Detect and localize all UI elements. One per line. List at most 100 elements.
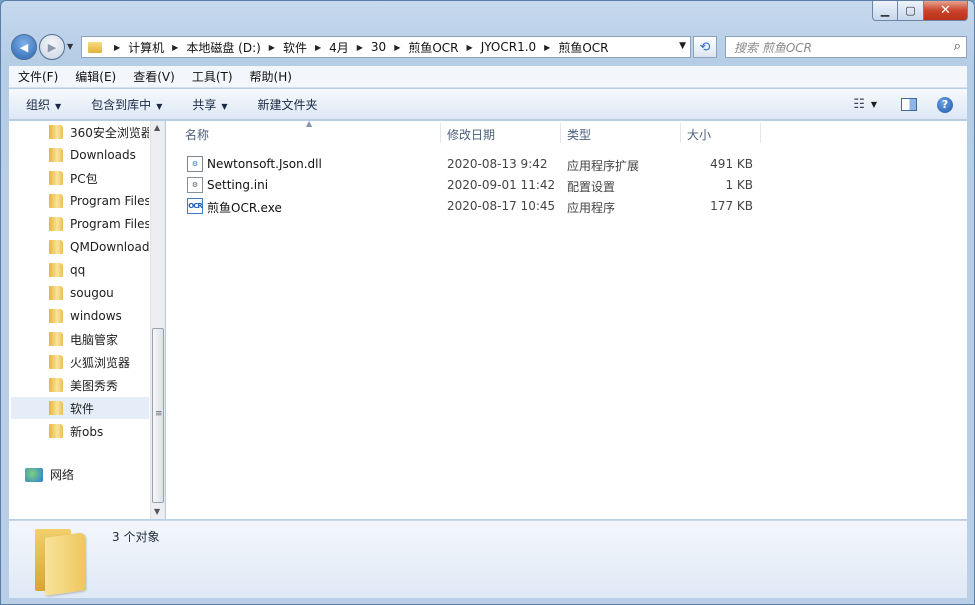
views-icon[interactable]: ☷ — [853, 97, 865, 112]
breadcrumb-separator-icon[interactable]: ▶ — [172, 43, 178, 52]
scrollbar-thumb[interactable]: ≡ — [152, 328, 164, 503]
breadcrumb-item[interactable]: JYOCR1.0 — [481, 40, 536, 54]
file-name: Newtonsoft.Json.dll — [207, 157, 322, 171]
breadcrumb-item[interactable]: 4月 — [329, 39, 349, 56]
views-dropdown-icon[interactable]: ▼ — [871, 100, 877, 109]
tree-item-label: 软件 — [70, 401, 95, 416]
tree-item-folder[interactable]: windows — [11, 305, 149, 327]
nav-scrollbar[interactable]: ▲ ≡ ▼ — [150, 121, 164, 519]
tree-item-label: 电脑管家 — [70, 332, 119, 347]
include-in-library-button[interactable]: 包含到库中 ▼ — [74, 96, 175, 113]
network-label: 网络 — [50, 468, 75, 482]
maximize-button[interactable]: ▢ — [898, 1, 924, 21]
tree-item-label: 美图秀秀 — [70, 378, 119, 393]
breadcrumb-separator-icon[interactable]: ▶ — [114, 43, 120, 52]
column-headers: ▲ 名称 修改日期 类型 大小 — [166, 119, 967, 147]
minimize-button[interactable]: ▁ — [872, 1, 898, 21]
menu-help[interactable]: 帮助(H) — [241, 68, 300, 85]
organize-button[interactable]: 组织 ▼ — [9, 96, 74, 113]
search-input[interactable]: 搜索 煎鱼OCR ⌕ — [725, 36, 967, 58]
column-header-name[interactable]: 名称 — [176, 121, 440, 147]
include-in-library-label: 包含到库中 — [91, 97, 152, 112]
breadcrumb-separator-icon[interactable]: ▶ — [544, 43, 550, 52]
address-dropdown-icon[interactable]: ▼ — [679, 41, 686, 51]
command-bar: 组织 ▼ 包含到库中 ▼ 共享 ▼ 新建文件夹 ☷ ▼ ? — [9, 89, 967, 120]
tree-item-label: 新obs — [70, 424, 104, 439]
file-name: Setting.ini — [207, 178, 269, 192]
tree-item-label: Downloads — [70, 148, 136, 162]
file-row[interactable]: ⚙ Setting.ini 2020-09-01 11:42 配置设置 1 KB — [176, 175, 756, 196]
tree-item-network[interactable]: 网络 — [25, 466, 74, 483]
file-row[interactable]: ⚙ Newtonsoft.Json.dll 2020-08-13 9:42 应用程序扩… — [176, 154, 756, 175]
tree-item-folder[interactable]: sougou — [11, 282, 149, 304]
chevron-down-icon: ▼ — [221, 101, 228, 111]
tree-item-label: qq — [70, 263, 86, 277]
tree-item-folder[interactable]: 新obs — [11, 420, 149, 442]
back-button[interactable]: ◀ — [11, 34, 37, 60]
scroll-down-icon[interactable]: ▼ — [154, 507, 160, 516]
menu-file[interactable]: 文件(F) — [9, 68, 66, 85]
column-header-date[interactable]: 修改日期 — [438, 121, 558, 147]
tree-item-folder[interactable]: qq — [11, 259, 149, 281]
file-name: 煎鱼OCR.exe — [207, 201, 282, 215]
folder-icon — [49, 263, 63, 277]
chevron-down-icon: ▼ — [156, 101, 163, 111]
menu-edit[interactable]: 编辑(E) — [66, 68, 124, 85]
preview-pane-icon[interactable] — [901, 98, 917, 111]
tree-item-folder[interactable]: QMDownload — [11, 236, 149, 258]
tree-item-label: QMDownload — [70, 240, 149, 254]
new-folder-button[interactable]: 新建文件夹 — [241, 96, 331, 113]
breadcrumb-item[interactable]: 本地磁盘 (D:) — [186, 39, 260, 56]
tree-item-folder[interactable]: 360安全浏览器 — [11, 121, 149, 143]
breadcrumb-item[interactable]: 30 — [371, 40, 386, 54]
title-bar[interactable]: ▁ ▢ ✕ — [1, 1, 974, 31]
organize-label: 组织 — [26, 97, 51, 112]
folder-icon — [49, 401, 63, 415]
file-row[interactable]: OCR 煎鱼OCR.exe 2020-08-17 10:45 应用程序 177 KB — [176, 196, 756, 217]
ini-icon: ⚙ — [187, 177, 203, 193]
menu-tools[interactable]: 工具(T) — [183, 68, 241, 85]
item-count: 3 个对象 — [112, 530, 160, 544]
help-icon[interactable]: ? — [937, 96, 953, 113]
breadcrumb-item[interactable]: 煎鱼OCR — [408, 39, 458, 56]
folder-icon — [49, 125, 63, 139]
tree-item-label: sougou — [70, 286, 114, 300]
breadcrumb-separator-icon[interactable]: ▶ — [315, 43, 321, 52]
tree-item-folder[interactable]: 电脑管家 — [11, 328, 149, 350]
tree-item-folder[interactable]: PC包 — [11, 167, 149, 189]
breadcrumb-item[interactable]: 软件 — [283, 39, 307, 56]
refresh-button[interactable]: ⟲ — [693, 36, 717, 58]
tree-item-folder[interactable]: 软件 — [11, 397, 149, 419]
forward-button[interactable]: ▶ — [39, 34, 65, 60]
breadcrumb-separator-icon[interactable]: ▶ — [467, 43, 473, 52]
breadcrumb-separator-icon[interactable]: ▶ — [269, 43, 275, 52]
file-date: 2020-08-13 9:42 — [447, 157, 548, 171]
column-header-type[interactable]: 类型 — [558, 121, 678, 147]
menu-view[interactable]: 查看(V) — [124, 68, 183, 85]
close-button[interactable]: ✕ — [924, 1, 968, 21]
history-dropdown-icon[interactable]: ▼ — [67, 42, 73, 51]
share-button[interactable]: 共享 ▼ — [175, 96, 240, 113]
breadcrumb-item[interactable]: 煎鱼OCR — [558, 39, 608, 56]
folder-icon — [49, 286, 63, 300]
column-header-size[interactable]: 大小 — [678, 121, 758, 147]
tree-item-folder[interactable]: 火狐浏览器 — [11, 351, 149, 373]
folder-icon — [49, 171, 63, 185]
address-bar[interactable]: ▶ 计算机 ▶ 本地磁盘 (D:) ▶ 软件 ▶ 4月 ▶ 30 ▶ 煎鱼OCR ▶ JYOCR1.0 ▶ 煎… — [81, 36, 691, 58]
column-divider[interactable] — [760, 123, 761, 143]
scroll-up-icon[interactable]: ▲ — [154, 123, 160, 132]
breadcrumb-separator-icon[interactable]: ▶ — [357, 43, 363, 52]
breadcrumb-separator-icon[interactable]: ▶ — [394, 43, 400, 52]
column-date-label: 修改日期 — [447, 127, 496, 142]
breadcrumb-item[interactable]: 计算机 — [128, 39, 164, 56]
forward-arrow-icon: ▶ — [47, 40, 57, 54]
tree-item-folder[interactable]: Program Files — [11, 213, 149, 235]
folder-icon — [49, 217, 63, 231]
file-size: 177 KB — [710, 199, 753, 213]
tree-item-folder[interactable]: Program Files — [11, 190, 149, 212]
tree-item-folder[interactable]: 美图秀秀 — [11, 374, 149, 396]
folder-icon — [31, 527, 89, 596]
tree-item-folder[interactable]: Downloads — [11, 144, 149, 166]
search-icon[interactable]: ⌕ — [954, 39, 961, 54]
tree-item-label: Program Files — [70, 194, 149, 208]
